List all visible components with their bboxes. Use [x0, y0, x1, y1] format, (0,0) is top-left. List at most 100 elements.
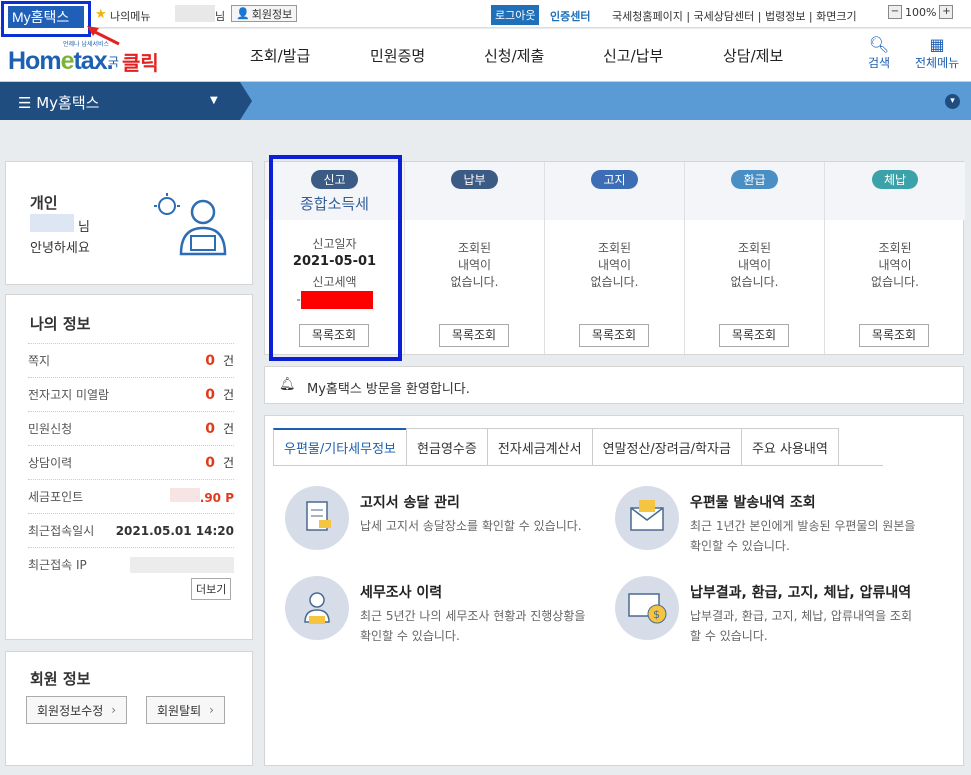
star-icon[interactable]: ★	[95, 7, 107, 22]
member-withdraw-button[interactable]: 회원탈퇴	[146, 696, 225, 724]
tab-mail[interactable]: 우편물/기타세무정보	[273, 428, 408, 465]
service-desc: 최근 1년간 본인에게 발송된 우편물의 원본을 확인할 수 있습니다.	[690, 519, 916, 553]
nav-item-consult[interactable]: 상담/제보	[723, 45, 783, 66]
empty-line: 조회된	[457, 241, 492, 255]
info-row-consult[interactable]: 상담이력 0 건	[28, 445, 234, 479]
investigator-icon	[285, 576, 349, 640]
logout-button[interactable]: 로그아웃	[491, 5, 540, 25]
red-arrow-icon	[87, 26, 120, 46]
my-hometax-strip: ☰ My홈택스 ▼ ▾	[0, 82, 971, 120]
tab-usage[interactable]: 주요 사용내역	[740, 428, 839, 465]
collapse-icon[interactable]: ▾	[945, 94, 960, 109]
search-icon: 🔍︎	[868, 35, 890, 54]
empty-line: 없습니다.	[590, 275, 639, 289]
report-highlight-box	[269, 155, 402, 361]
status-pay: 납부 조회된 내역이 없습니다. 목록조회	[405, 162, 545, 356]
nav-item-report-pay[interactable]: 신고/납부	[603, 45, 663, 66]
cert-center-link[interactable]: 인증센터	[550, 8, 590, 24]
nim-suffix: 님	[215, 10, 226, 23]
member-panel: 회원 정보 회원정보수정 회원탈퇴	[5, 651, 253, 766]
info-row-points[interactable]: 세금포인트 .90 P	[28, 479, 234, 513]
nav-item-apply[interactable]: 신청/제출	[484, 45, 544, 66]
status-head: 납부	[405, 162, 544, 220]
status-head: 환급	[685, 162, 824, 220]
logo-word: Hometax.	[8, 47, 114, 75]
info-row-message[interactable]: 쪽지 0 건	[28, 343, 234, 377]
user-idea-icon	[154, 193, 227, 256]
info-label: 세금포인트	[28, 490, 84, 504]
arrear-body: 조회된 내역이 없습니다.	[825, 220, 965, 291]
info-label: 전자고지 미열람	[28, 388, 110, 402]
personal-panel: 개인 님 안녕하세요	[5, 161, 253, 285]
list-view-button[interactable]: 목록조회	[439, 324, 509, 347]
empty-line: 내역이	[737, 258, 772, 272]
zoom-in-button[interactable]: +	[939, 5, 954, 19]
info-count: 0	[205, 421, 215, 437]
my-hometax-dropdown[interactable]: ☰ My홈택스	[0, 82, 252, 120]
points-value: .90 P	[199, 491, 234, 505]
ip-redacted	[130, 556, 234, 573]
notice-body: 조회된내역이없습니다.	[545, 220, 684, 291]
welcome-text: My홈택스 방문을 환영합니다.	[307, 382, 470, 397]
nav-item-inquiry[interactable]: 조회/발급	[250, 45, 310, 66]
logo-gukse: 국	[108, 55, 120, 69]
pay-body: 조회된 내역이 없습니다.	[405, 220, 544, 291]
services-panel: 우편물/기타세무정보 현금영수증 전자세금계산서 연말정산/장려금/학자금 주요…	[264, 415, 964, 766]
empty-line: 조회된	[597, 241, 632, 255]
service-desc: 납세 고지서 송달장소를 확인할 수 있습니다.	[360, 519, 582, 533]
empty-line: 내역이	[878, 258, 912, 272]
bell-icon: 🔔︎	[279, 377, 296, 392]
zoom-out-button[interactable]: −	[888, 5, 902, 19]
my-menu-link[interactable]: 나의메뉴	[110, 8, 150, 24]
member-withdraw-label: 회원탈퇴	[157, 703, 202, 718]
empty-line: 내역이	[457, 258, 492, 272]
service-title: 세무조사 이력	[360, 585, 443, 601]
list-view-button[interactable]: 목록조회	[859, 324, 929, 347]
chevron-down-icon[interactable]: ▼	[210, 95, 218, 106]
service-title: 납부결과, 환급, 고지, 체납, 압류내역	[690, 585, 912, 601]
info-count: 0	[205, 455, 215, 471]
nav-item-civil[interactable]: 민원증명	[370, 45, 425, 66]
strip-title: My홈택스	[36, 94, 100, 112]
info-count: 0	[205, 387, 215, 403]
all-menu-button[interactable]: ▦ 전체메뉴	[915, 35, 959, 71]
empty-line: 내역이	[597, 258, 632, 272]
info-row-e-notice[interactable]: 전자고지 미열람 0 건	[28, 377, 234, 411]
list-view-button[interactable]: 목록조회	[719, 324, 789, 347]
search-button[interactable]: 🔍︎ 검색	[868, 35, 890, 71]
person-icon: 👤	[236, 7, 250, 20]
notice-badge: 고지	[591, 170, 638, 189]
empty-line: 없습니다.	[871, 275, 919, 289]
info-unit: 건	[222, 422, 234, 436]
status-arrear: 체납 조회된 내역이 없습니다. 목록조회	[825, 162, 965, 356]
info-row-civil[interactable]: 민원신청 0 건	[28, 411, 234, 445]
my-hometax-highlight[interactable]: My홈택스	[1, 1, 91, 37]
info-label: 최근접속 IP	[28, 558, 87, 572]
service-title: 우편물 발송내역 조회	[690, 495, 816, 511]
my-hometax-button[interactable]: My홈택스	[8, 6, 84, 28]
my-info-title: 나의 정보	[30, 315, 91, 333]
tab-e-invoice[interactable]: 전자세금계산서	[486, 428, 593, 465]
my-info-list: 쪽지 0 건 전자고지 미열람 0 건 민원신청 0 건 상담이력 0 건 세금포인트 .90 P…	[28, 343, 234, 581]
info-unit: 건	[222, 388, 234, 402]
info-label: 쪽지	[28, 354, 51, 368]
top-links[interactable]: 국세청홈페이지 | 국세상담센터 | 법령정보 | 화면크기	[612, 8, 857, 24]
member-title: 회원 정보	[30, 670, 91, 688]
svg-text:$: $	[653, 608, 660, 621]
monitor-money-icon: $	[615, 576, 679, 640]
arrear-badge: 체납	[871, 170, 919, 189]
tab-cash-receipt[interactable]: 현금영수증	[406, 428, 488, 465]
empty-line: 없습니다.	[730, 275, 779, 289]
member-edit-button[interactable]: 회원정보수정	[26, 696, 128, 724]
greeting: 안녕하세요	[30, 241, 90, 256]
refund-body: 조회된 내역이 없습니다.	[685, 220, 824, 291]
more-button[interactable]: 더보기	[191, 578, 232, 600]
username-redacted	[175, 5, 215, 22]
member-info-button[interactable]: 👤 회원정보	[231, 5, 298, 22]
all-menu-label: 전체메뉴	[915, 56, 960, 70]
info-row-last-ip: 최근접속 IP	[28, 547, 234, 581]
tab-year-end[interactable]: 연말정산/장려금/학자금	[591, 428, 742, 465]
info-unit: 건	[222, 456, 234, 470]
my-info-panel: 나의 정보 쪽지 0 건 전자고지 미열람 0 건 민원신청 0 건 상담이력 0 건 세금포인…	[5, 294, 253, 640]
list-view-button[interactable]: 목록조회	[579, 324, 649, 347]
